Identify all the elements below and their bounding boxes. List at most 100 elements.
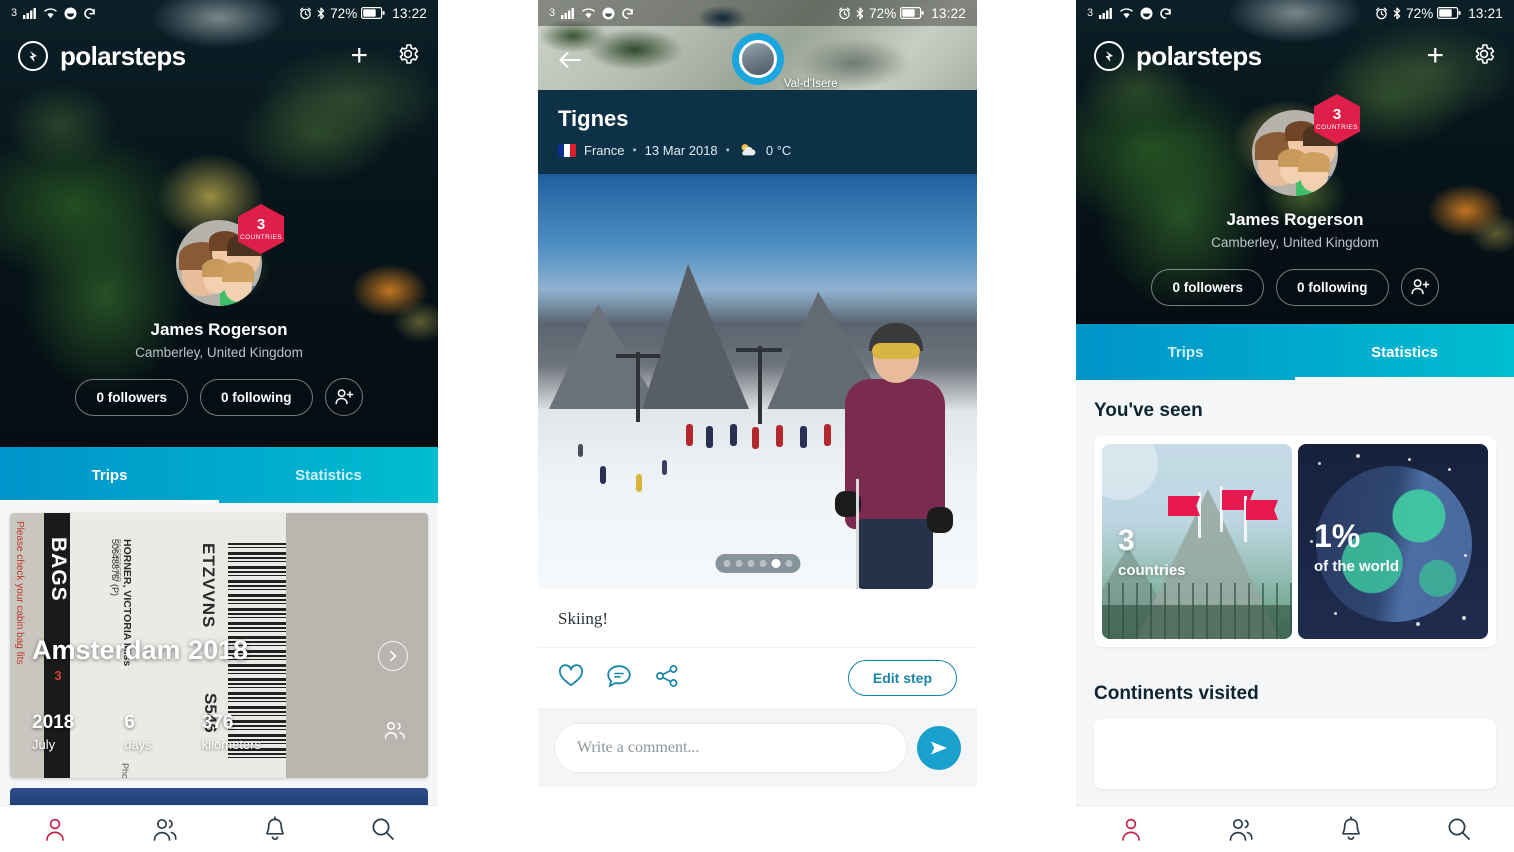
meta-separator: • (725, 143, 730, 157)
status-bar-right: 72% 13:22 (838, 6, 966, 21)
add-trip-button[interactable]: + (350, 41, 368, 71)
world-percent-value: 1% (1314, 518, 1361, 554)
followers-button[interactable]: 0 followers (75, 378, 189, 416)
add-user-icon[interactable] (1400, 268, 1439, 306)
profile-name: James Rogerson (150, 320, 288, 339)
profile-location: Camberley, United Kingdom (1211, 235, 1379, 250)
avatar-wrapper[interactable]: 3 COUNTRIES (1252, 94, 1360, 196)
nav-friends-icon[interactable] (151, 816, 179, 842)
map-place-label: Val-d'Isere (783, 78, 838, 90)
do-not-disturb-icon (64, 7, 77, 20)
youve-seen-heading: You've seen (1094, 400, 1203, 421)
people-icon (384, 721, 406, 744)
followers-button[interactable]: 0 followers (1151, 268, 1265, 306)
carousel-dot[interactable] (735, 560, 742, 567)
gear-icon[interactable] (1472, 42, 1496, 71)
sync-icon (621, 7, 634, 20)
alarm-icon (299, 7, 312, 20)
following-button[interactable]: 0 following (200, 378, 313, 416)
bottom-navigation (1076, 805, 1514, 852)
profile-screen: 3 72% 13:22 polarsteps + 3 COUNTRIES Jam… (0, 0, 438, 852)
profile-location: Camberley, United Kingdom (135, 345, 303, 360)
trip-stat-value: 6 (124, 712, 135, 733)
carousel-dot[interactable] (785, 560, 792, 567)
signal-icon (1099, 7, 1113, 19)
notification-count: 3 (11, 7, 18, 19)
step-header: Tignes France • 13 Mar 2018 • 0 °C (538, 90, 977, 174)
world-percent-label: of the world (1314, 558, 1399, 575)
nav-search-icon[interactable] (1446, 816, 1472, 842)
tab-statistics[interactable]: Statistics (219, 447, 438, 503)
nav-notifications-bell-icon[interactable] (1339, 816, 1363, 842)
tab-trips[interactable]: Trips (1076, 324, 1295, 380)
edit-step-button[interactable]: Edit step (847, 660, 957, 696)
profile-block: 3 COUNTRIES James Rogerson Camberley, Un… (1076, 94, 1514, 326)
notification-count: 3 (549, 7, 556, 19)
step-photo-marker[interactable] (731, 33, 784, 85)
status-bar-left: 3 (1087, 7, 1172, 20)
wifi-icon (1119, 7, 1134, 19)
nav-profile-icon[interactable] (1118, 816, 1144, 842)
trips-list: Please check your cabin bag fits BAGS PA… (0, 503, 438, 852)
chevron-right-icon[interactable] (378, 641, 408, 671)
heart-icon[interactable] (558, 663, 584, 693)
status-bar-clock: 13:22 (392, 5, 427, 21)
bluetooth-icon (1392, 7, 1402, 20)
profile-block: 3 COUNTRIES James Rogerson Camberley, Un… (0, 204, 438, 436)
polarsteps-logo-icon (1094, 41, 1124, 71)
step-title: Tignes (558, 106, 629, 131)
profile-tabs: Trips Statistics (1076, 324, 1514, 380)
countries-count: 3 (256, 216, 266, 233)
carousel-dot-active[interactable] (771, 559, 780, 568)
battery-icon (361, 7, 385, 19)
step-photo[interactable] (538, 174, 977, 589)
continents-visited-heading: Continents visited (1094, 683, 1259, 704)
alarm-icon (1375, 7, 1388, 20)
nav-search-icon[interactable] (370, 816, 396, 842)
step-description: Skiing! (558, 609, 609, 628)
gear-icon[interactable] (396, 42, 420, 71)
step-action-bar: Edit step (538, 647, 977, 709)
send-icon[interactable] (917, 726, 961, 770)
trip-stat-value: 376 (201, 712, 234, 733)
world-percent-tile[interactable]: 1% of the world (1298, 444, 1488, 639)
bluetooth-icon (316, 7, 326, 20)
continents-visited-card[interactable] (1094, 719, 1496, 789)
countries-label: COUNTRIES (1316, 124, 1358, 131)
back-arrow-icon[interactable] (558, 50, 582, 75)
comment-input[interactable]: Write a comment... (554, 723, 907, 773)
add-user-icon[interactable] (324, 378, 363, 416)
trip-card[interactable]: Please check your cabin bag fits BAGS PA… (10, 513, 428, 778)
trip-stat: 376 kilometers (202, 712, 261, 752)
add-trip-button[interactable]: + (1426, 41, 1444, 71)
share-icon[interactable] (654, 664, 680, 693)
carousel-dot[interactable] (747, 560, 754, 567)
nav-notifications-bell-icon[interactable] (263, 816, 287, 842)
nav-friends-icon[interactable] (1227, 816, 1255, 842)
step-map-header[interactable]: 3 72% 13:22 Val-d'Isere (538, 0, 977, 90)
countries-tile[interactable]: 3 countries (1102, 444, 1292, 639)
tab-statistics[interactable]: Statistics (1295, 324, 1514, 380)
trip-title: Amsterdam 2018 (32, 635, 249, 665)
partly-cloudy-icon (738, 142, 758, 158)
status-bar-left: 3 (549, 7, 634, 20)
app-header: polarsteps + (0, 26, 438, 86)
trip-stats: 2018 July 6 days 376 kilometers (32, 712, 261, 752)
step-date: 13 Mar 2018 (644, 142, 718, 158)
nav-profile-icon[interactable] (42, 816, 68, 842)
tab-trips[interactable]: Trips (0, 447, 219, 503)
comment-icon[interactable] (606, 664, 632, 693)
carousel-dot[interactable] (759, 560, 766, 567)
alarm-icon (838, 7, 851, 20)
status-bar-left: 3 (11, 7, 96, 20)
profile-hero-map: 3 72% 13:21 polarsteps + 3 COUNTRIES Jam… (1076, 0, 1514, 324)
following-button[interactable]: 0 following (1276, 268, 1389, 306)
bottom-navigation (0, 805, 438, 852)
status-bar-clock: 13:22 (931, 5, 966, 21)
carousel-dot[interactable] (723, 560, 730, 567)
app-header-actions: + (350, 41, 420, 71)
photo-carousel-dots[interactable] (715, 554, 800, 573)
avatar-wrapper[interactable]: 3 COUNTRIES (176, 204, 284, 306)
notification-count: 3 (1087, 7, 1094, 19)
brand-name: polarsteps (1136, 40, 1262, 71)
